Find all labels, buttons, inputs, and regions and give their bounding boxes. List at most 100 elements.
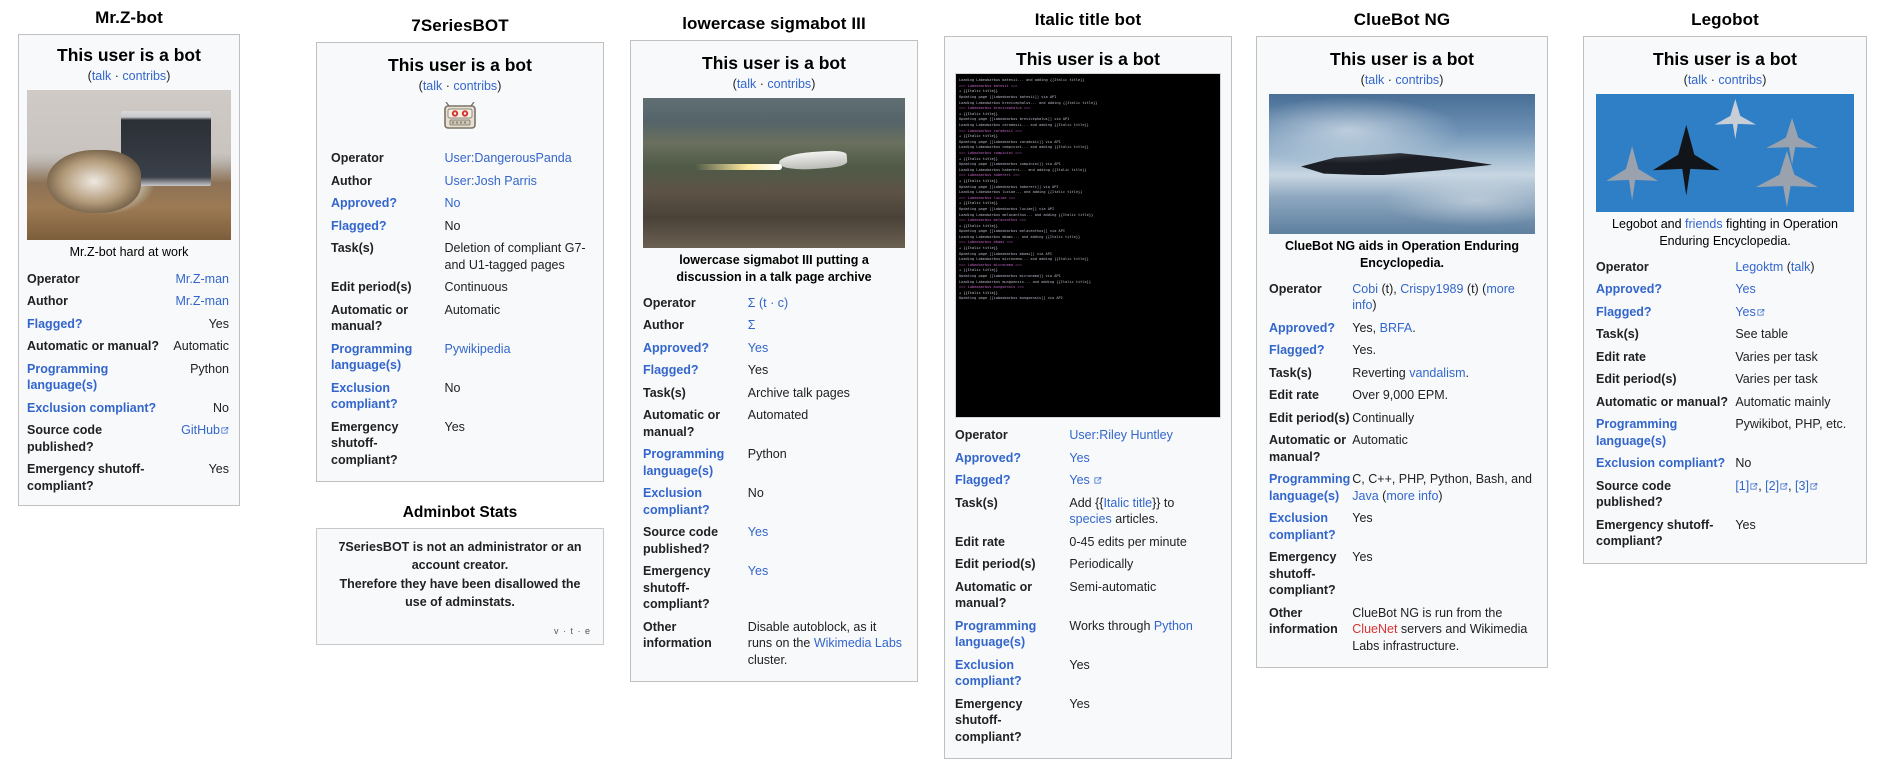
approved-label-link[interactable]: Approved? (955, 451, 1021, 465)
row-value: C, C++, PHP, Python, Bash, and Java (mor… (1352, 468, 1535, 507)
row-value: Continuous (444, 280, 508, 295)
author-link[interactable]: User:Josh Parris (445, 174, 537, 188)
wikimedia-labs-link[interactable]: Wikimedia Labs (814, 636, 902, 650)
contribs-link[interactable]: contribs (1718, 73, 1762, 87)
proglang-label-link[interactable]: Programming language(s) (1596, 417, 1677, 448)
github-link[interactable]: GitHub (181, 423, 220, 437)
row-value: Legoktm (talk) (1735, 256, 1854, 279)
table-row: Approved? Yes, BRFA. (1269, 317, 1535, 340)
author-link[interactable]: Σ (748, 318, 756, 332)
row-value: Yes (1735, 301, 1854, 324)
row-label: Author (643, 318, 684, 333)
approved-prefix: Yes, (1352, 320, 1380, 335)
friends-link[interactable]: friends (1685, 217, 1723, 231)
operator-link[interactable]: User:Riley Huntley (1069, 428, 1173, 442)
author-link[interactable]: Mr.Z-man (176, 294, 229, 308)
row-label: Edit period(s) (331, 280, 412, 295)
operator-link[interactable]: User:DangerousPanda (445, 151, 572, 165)
talk-link[interactable]: talk (737, 77, 756, 91)
python-link[interactable]: Python (1154, 619, 1193, 633)
talk-link[interactable]: talk (1365, 73, 1384, 87)
italic-title-link[interactable]: Italic title (1103, 496, 1152, 510)
talk-link[interactable]: talk (423, 79, 442, 93)
approved-label-link[interactable]: Approved? (1596, 282, 1662, 296)
table-row: Emergency shutoff-compliant? Yes (331, 416, 589, 472)
approved-value-link[interactable]: Yes (1069, 451, 1089, 465)
java-link[interactable]: Java (1352, 489, 1378, 503)
row-value: Yes (1069, 696, 1090, 711)
infobox-table-cluebotng: Operator Cobi (t), Crispy1989 (t) (more i… (1269, 278, 1535, 658)
external-link-icon (1749, 479, 1758, 490)
cobi-link[interactable]: Cobi (1352, 282, 1378, 296)
exclusion-label-link[interactable]: Exclusion compliant? (27, 401, 156, 415)
flagged-label-link[interactable]: Flagged? (27, 317, 83, 331)
flagged-label-link[interactable]: Flagged? (331, 219, 387, 233)
approved-value-link[interactable]: Yes (1735, 282, 1755, 296)
contribs-link[interactable]: contribs (453, 79, 497, 93)
approved-value-link[interactable]: No (445, 196, 461, 210)
exclusion-label-link[interactable]: Exclusion compliant? (1269, 511, 1336, 542)
infobox-heading: This user is a bot (1330, 49, 1474, 70)
contribs-link[interactable]: contribs (767, 77, 811, 91)
vte-links[interactable]: v · t · e (329, 611, 591, 638)
proglang-value-link[interactable]: Pywikipedia (445, 342, 511, 356)
row-value: Yes, BRFA. (1352, 317, 1535, 340)
table-row: Flagged? Yes (643, 359, 905, 382)
row-label: Approved? (955, 447, 1069, 470)
talk-contribs-links: (talk · contribs) (643, 77, 905, 98)
shutoff-link[interactable]: Yes (748, 564, 768, 578)
contribs-link[interactable]: contribs (122, 69, 166, 83)
flagged-value-link[interactable]: Yes (1069, 473, 1089, 487)
task-prefix: Add {{ (1069, 495, 1104, 510)
contribs-link[interactable]: contribs (1395, 73, 1439, 87)
proglang-label-link[interactable]: Programming language(s) (1269, 472, 1350, 503)
talk-link[interactable]: talk (1688, 73, 1707, 87)
crispy1989-link[interactable]: Crispy1989 (1400, 282, 1463, 296)
row-label: Automatic or manual? (27, 339, 159, 354)
exclusion-label-link[interactable]: Exclusion compliant? (1596, 456, 1725, 470)
talk-link[interactable]: talk (92, 69, 111, 83)
talk-link[interactable]: talk (1791, 260, 1810, 274)
exclusion-label-link[interactable]: Exclusion compliant? (955, 658, 1022, 689)
source-link-2[interactable]: [2] (1765, 479, 1779, 493)
more-info-link[interactable]: more info (1386, 489, 1438, 503)
approved-value-link[interactable]: Yes (748, 341, 768, 355)
approved-label-link[interactable]: Approved? (331, 196, 397, 210)
proglang-label-link[interactable]: Programming language(s) (955, 619, 1036, 650)
row-value: GitHub (173, 419, 231, 458)
operator-link[interactable]: Mr.Z-man (176, 272, 229, 286)
legoktm-link[interactable]: Legoktm (1735, 260, 1783, 274)
table-row: Other information Disable autoblock, as i… (643, 616, 905, 672)
cluenet-link[interactable]: ClueNet (1352, 622, 1397, 636)
flagged-label-link[interactable]: Flagged? (1596, 305, 1652, 319)
jet-shape (1755, 150, 1818, 208)
row-label: Task(s) (1596, 327, 1639, 342)
proglang-label-link[interactable]: Programming language(s) (27, 362, 108, 393)
exclusion-label-link[interactable]: Exclusion compliant? (331, 381, 398, 412)
source-code-link[interactable]: Yes (748, 525, 768, 539)
flagged-label-link[interactable]: Flagged? (1269, 343, 1325, 357)
approved-label-link[interactable]: Approved? (643, 341, 709, 355)
row-label: Automatic or manual? (1269, 433, 1347, 464)
flagged-value-link[interactable]: Yes (1735, 305, 1755, 319)
task-mid: }} to (1152, 495, 1175, 510)
approved-label-link[interactable]: Approved? (1269, 321, 1335, 335)
proglang-label-link[interactable]: Programming language(s) (331, 342, 412, 373)
operator-link[interactable]: Σ (t · c) (748, 296, 788, 310)
row-value: Deletion of compliant G7- and U1-tagged … (444, 241, 586, 272)
terminal-console-screenshot: Loading Labeobarbus batesii... and addin… (955, 73, 1221, 419)
row-label: Emergency shutoff-compliant? (331, 419, 399, 467)
table-row: Programming language(s) C, C++, PHP, Pyth… (1269, 468, 1535, 507)
vandalism-link[interactable]: vandalism (1409, 366, 1465, 380)
source-link-1[interactable]: [1] (1735, 479, 1749, 493)
source-link-3[interactable]: [3] (1795, 479, 1809, 493)
proglang-label-link[interactable]: Programming language(s) (643, 447, 724, 478)
row-value: Σ (t · c) (748, 292, 905, 315)
brfa-link[interactable]: BRFA (1380, 321, 1413, 335)
flagged-label-link[interactable]: Flagged? (955, 473, 1011, 487)
separator: · (759, 77, 764, 92)
flagged-label-link[interactable]: Flagged? (643, 363, 699, 377)
exclusion-label-link[interactable]: Exclusion compliant? (643, 486, 710, 517)
adminbot-stats-line-1: 7SeriesBOT is not an administrator or an… (338, 540, 582, 573)
species-link[interactable]: species (1069, 512, 1111, 526)
